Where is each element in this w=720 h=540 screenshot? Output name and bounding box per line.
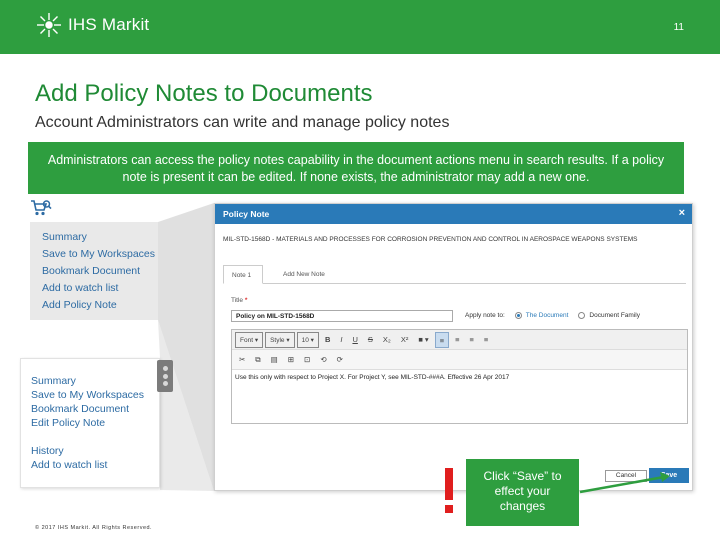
align-center-icon[interactable]: ≡	[451, 332, 463, 348]
paste-icon[interactable]: ▤	[267, 352, 282, 368]
radio-label-document-family[interactable]: Document Family	[589, 312, 640, 319]
kebab-menu-icon[interactable]	[157, 360, 173, 392]
document-actions-menu-add: Summary Save to My Workspaces Bookmark D…	[30, 222, 158, 320]
rich-text-editor: Font ▾ Style ▾ 10 ▾ B I U S X₂ X² ■ ▾ ≡ …	[231, 329, 688, 424]
dot	[162, 365, 168, 371]
logo-text: IHS Markit	[68, 15, 150, 34]
policy-note-dialog: Policy Note × MIL-STD-1568D - MATERIALS …	[214, 203, 693, 491]
exclamation-icon	[445, 468, 453, 513]
bold-button[interactable]: B	[321, 332, 334, 348]
required-mark: *	[244, 297, 248, 304]
title-input[interactable]: Policy on MIL-STD-1568D	[231, 310, 453, 322]
dialog-title: Policy Note	[223, 209, 270, 219]
italic-button[interactable]: I	[336, 332, 346, 348]
menu-item-bookmark[interactable]: Bookmark Document	[42, 263, 158, 280]
redo-icon[interactable]: ⟳	[333, 352, 347, 368]
menu-item-add-to-watch-list[interactable]: Add to watch list	[31, 458, 159, 472]
menu-item-edit-policy-note[interactable]: Edit Policy Note	[31, 416, 159, 430]
tab-add-new-note[interactable]: Add New Note	[275, 265, 333, 284]
superscript-button[interactable]: X²	[397, 332, 413, 348]
close-icon[interactable]: ×	[679, 207, 685, 219]
dialog-header: Policy Note ×	[215, 204, 692, 224]
style-select[interactable]: Style ▾	[265, 331, 295, 348]
save-callout: Click “Save” to effect your changes	[466, 459, 579, 526]
document-title: MIL-STD-1568D - MATERIALS AND PROCESSES …	[223, 236, 638, 243]
text-color-button[interactable]: ■ ▾	[414, 332, 432, 348]
toolbar-row-2: ✂ ⧉ ▤ ⊞ ⊡ ⟲ ⟳	[232, 350, 687, 370]
font-select[interactable]: Font ▾	[235, 331, 264, 348]
subscript-button[interactable]: X₂	[379, 332, 395, 348]
image-icon[interactable]: ⊡	[300, 352, 314, 368]
zoom-connector-shape	[158, 203, 214, 491]
apply-note-to: Apply note to: The Document Document Fam…	[465, 312, 640, 319]
strikethrough-button[interactable]: S	[364, 332, 377, 348]
cart-icon[interactable]	[30, 199, 52, 217]
editor-content[interactable]: Use this only with respect to Project X.…	[232, 370, 687, 385]
table-icon[interactable]: ⊞	[284, 352, 298, 368]
justify-icon[interactable]: ≡	[480, 332, 492, 348]
ihs-markit-logo: IHS Markit	[36, 12, 149, 38]
copyright-notice: © 2017 IHS Markit. All Rights Reserved.	[35, 525, 153, 531]
save-button[interactable]: Save	[649, 468, 689, 483]
menu-item-add-policy-note[interactable]: Add Policy Note	[42, 297, 158, 314]
align-left-icon[interactable]: ≡	[434, 331, 450, 348]
logo-mark-icon	[37, 13, 61, 37]
undo-icon[interactable]: ⟲	[316, 352, 330, 368]
cancel-button[interactable]: Cancel	[605, 470, 647, 482]
size-select[interactable]: 10 ▾	[296, 331, 319, 348]
radio-the-document[interactable]	[514, 312, 522, 319]
dot	[162, 373, 168, 379]
info-banner: Administrators can access the policy not…	[28, 142, 684, 194]
underline-button[interactable]: U	[348, 332, 361, 348]
slide-title: Add Policy Notes to Documents	[35, 80, 373, 107]
radio-document-family[interactable]	[578, 312, 586, 319]
document-actions-menu-edit: Summary Save to My Workspaces Bookmark D…	[20, 358, 160, 488]
dot	[162, 381, 168, 387]
cut-icon[interactable]: ✂	[235, 352, 249, 368]
menu-item-history[interactable]: History	[31, 444, 159, 458]
menu-item-save-to-workspaces[interactable]: Save to My Workspaces	[42, 246, 158, 263]
radio-label-the-document[interactable]: The Document	[526, 312, 569, 319]
copy-icon[interactable]: ⧉	[251, 352, 264, 368]
menu-item-summary[interactable]: Summary	[31, 374, 159, 388]
zoom-connector-shape-lower	[158, 320, 214, 491]
menu-item-add-to-watch-list[interactable]: Add to watch list	[42, 280, 158, 297]
note-tabs: Note 1 Add New Note	[223, 265, 686, 284]
title-label: Title *	[231, 297, 247, 304]
page-number: 11	[673, 22, 684, 33]
menu-item-bookmark[interactable]: Bookmark Document	[31, 402, 159, 416]
title-label-text: Title	[231, 297, 244, 304]
align-right-icon[interactable]: ≡	[465, 332, 477, 348]
menu-item-save-to-workspaces[interactable]: Save to My Workspaces	[31, 388, 159, 402]
header-bar: IHS Markit 11	[0, 0, 720, 54]
toolbar-row-1: Font ▾ Style ▾ 10 ▾ B I U S X₂ X² ■ ▾ ≡ …	[232, 330, 687, 350]
menu-spacer	[31, 430, 159, 444]
tab-note-1[interactable]: Note 1	[223, 265, 263, 284]
apply-label: Apply note to:	[465, 312, 505, 319]
menu-item-summary[interactable]: Summary	[42, 229, 158, 246]
slide-subtitle: Account Administrators can write and man…	[35, 114, 450, 131]
